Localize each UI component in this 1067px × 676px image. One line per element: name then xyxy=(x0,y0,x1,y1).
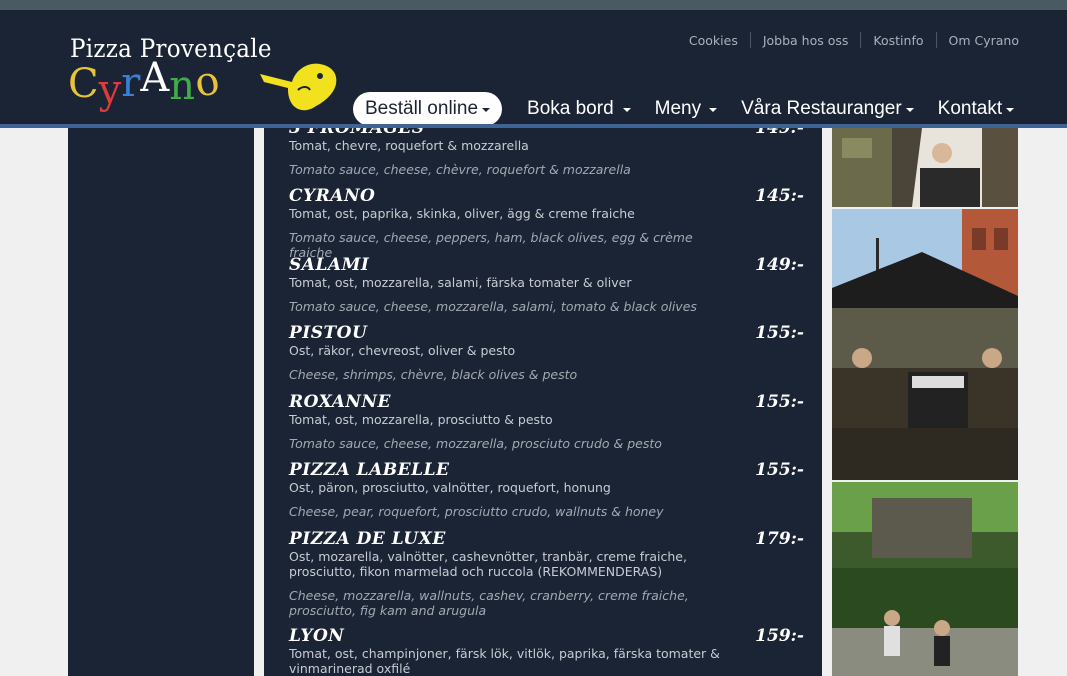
dish-description: Ost, mozarella, valnötter, cashevnötter,… xyxy=(289,549,687,579)
menu-item: PISTOU 155:- Ost, räkor, chevreost, oliv… xyxy=(289,323,804,382)
menu-item: PIZZA LABELLE 155:- Ost, päron, prosciut… xyxy=(289,460,804,519)
util-link-jobs[interactable]: Jobba hos oss xyxy=(751,33,861,48)
nav-contact[interactable]: Kontakt xyxy=(926,92,1026,126)
dish-name: LYON xyxy=(289,626,345,646)
restaurant-photos xyxy=(832,128,1018,676)
logo-letter: A xyxy=(140,55,170,101)
logo-letter: n xyxy=(169,63,195,109)
nav-label: Boka bord xyxy=(527,98,614,119)
dish-name: PISTOU xyxy=(289,323,368,343)
browser-top-strip xyxy=(0,0,1067,10)
dish-description-english: Tomato sauce, cheese, mozzarella, prosci… xyxy=(289,436,662,451)
dish-description-english: Cheese, mozzarella, wallnuts, cashev, cr… xyxy=(289,588,689,618)
nav-label: Meny xyxy=(654,98,702,119)
dish-price: 179:- xyxy=(755,529,804,549)
dish-description-english: Tomato sauce, cheese, chèvre, roquefort … xyxy=(289,162,631,177)
caret-down-icon xyxy=(1006,108,1015,112)
dish-name: PIZZA DE LUXE xyxy=(289,529,446,549)
dish-description: Ost, räkor, chevreost, oliver & pesto xyxy=(289,343,516,358)
dish-name: ROXANNE xyxy=(289,392,391,412)
nav-label: Beställ online xyxy=(365,98,479,119)
dish-price: 155:- xyxy=(755,323,804,343)
menu-item: LYON 159:- Tomat, ost, champinjoner, fär… xyxy=(289,626,804,676)
menu-item: CYRANO 145:- Tomat, ost, paprika, skinka… xyxy=(289,186,804,260)
dish-description: Ost, päron, prosciutto, valnötter, roque… xyxy=(289,480,611,495)
dish-description-english: Cheese, shrimps, chèvre, black olives & … xyxy=(289,367,578,382)
dish-name: CYRANO xyxy=(289,186,376,206)
dish-price: 159:- xyxy=(755,626,804,646)
util-link-kostinfo[interactable]: Kostinfo xyxy=(861,33,935,48)
nav-label: Våra Restauranger xyxy=(741,98,902,119)
dish-description: Tomat, chevre, roquefort & mozzarella xyxy=(289,138,529,153)
dish-description-english: Tomato sauce, cheese, mozzarella, salami… xyxy=(289,299,697,314)
menu-item: 3 FROMAGES 149:- Tomat, chevre, roquefor… xyxy=(289,128,804,177)
caret-down-icon xyxy=(622,108,631,112)
left-sidebar-panel xyxy=(68,128,254,676)
cyrano-nose-logo-icon xyxy=(260,63,337,111)
util-link-about[interactable]: Om Cyrano xyxy=(937,33,1019,48)
logo-letter: r xyxy=(121,60,141,106)
photo-waitress xyxy=(832,128,1018,207)
dish-description: Tomat, ost, champinjoner, färsk lök, vit… xyxy=(289,646,720,676)
pizza-menu-panel: 3 FROMAGES 149:- Tomat, chevre, roquefor… xyxy=(264,128,822,676)
dish-name: SALAMI xyxy=(289,255,370,275)
dish-description: Tomat, ost, mozzarella, salami, färska t… xyxy=(289,275,632,290)
nav-restaurants[interactable]: Våra Restauranger xyxy=(729,92,926,126)
dish-price: 155:- xyxy=(755,460,804,480)
logo-tagline: Pizza Provençale xyxy=(70,34,272,63)
nav-order-online[interactable]: Beställ online xyxy=(353,92,503,126)
dish-description: Tomat, ost, paprika, skinka, oliver, ägg… xyxy=(289,206,635,221)
logo-letter: o xyxy=(191,57,223,107)
dish-description: Tomat, ost, mozzarella, prosciutto & pes… xyxy=(289,412,553,427)
utility-links: Cookies Jobba hos oss Kostinfo Om Cyrano xyxy=(677,32,1019,48)
nav-label: Kontakt xyxy=(937,98,1003,119)
dish-description-english: Cheese, pear, roquefort, prosciutto crud… xyxy=(289,504,664,519)
caret-down-icon xyxy=(905,108,914,112)
dish-name: 3 FROMAGES xyxy=(289,128,425,138)
dish-price: 149:- xyxy=(755,128,804,138)
dish-price: 145:- xyxy=(755,186,804,206)
photo-garden-terrace xyxy=(832,482,1018,676)
dish-name: PIZZA LABELLE xyxy=(289,460,450,480)
nav-menu[interactable]: Meny xyxy=(643,92,729,126)
util-link-cookies[interactable]: Cookies xyxy=(677,33,750,48)
logo-wordmark[interactable]: C y r A n o xyxy=(68,56,223,112)
menu-item: ROXANNE 155:- Tomat, ost, mozzarella, pr… xyxy=(289,392,804,451)
logo-letter: y xyxy=(98,67,122,113)
dish-price: 149:- xyxy=(755,255,804,275)
photo-terrace-umbrella xyxy=(832,209,1018,480)
caret-down-icon xyxy=(482,108,491,112)
main-nav: Beställ online Boka bord Meny Våra Resta… xyxy=(353,92,1026,126)
menu-item: SALAMI 149:- Tomat, ost, mozzarella, sal… xyxy=(289,255,804,314)
restaurant-photo-collage xyxy=(832,128,1018,676)
logo-letter: C xyxy=(68,61,99,107)
caret-down-icon xyxy=(709,108,718,112)
nav-book-table[interactable]: Boka bord xyxy=(515,92,643,126)
menu-item: PIZZA DE LUXE 179:- Ost, mozarella, valn… xyxy=(289,529,804,618)
dish-price: 155:- xyxy=(755,392,804,412)
site-header: Pizza Provençale C y r A n o Cookies Job… xyxy=(0,10,1067,126)
